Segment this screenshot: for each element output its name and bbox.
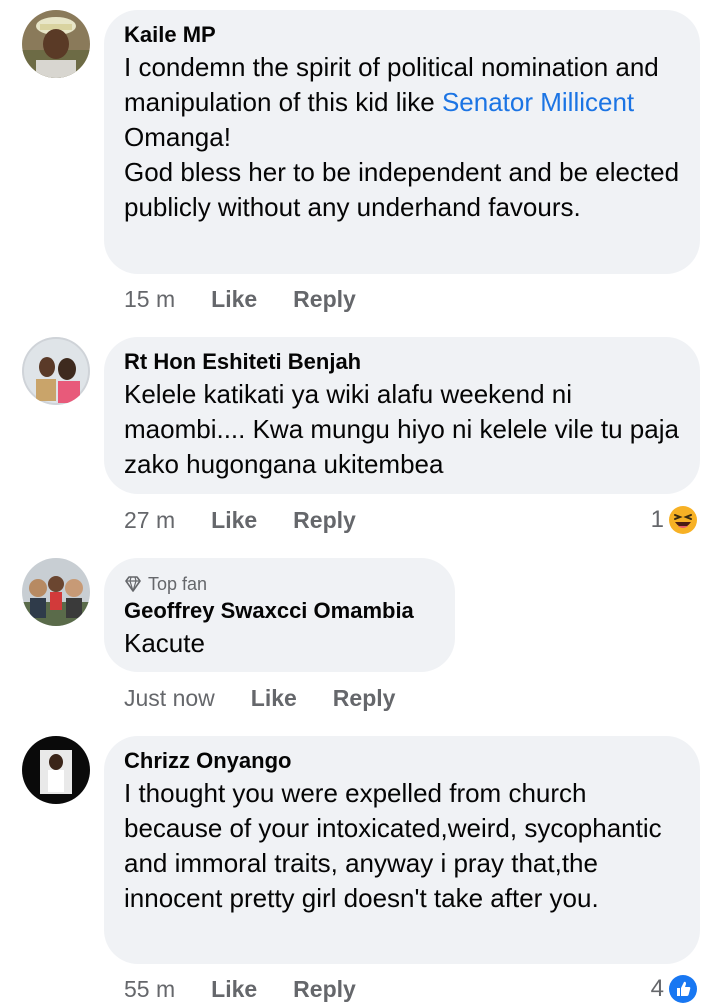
comment-timestamp[interactable]: 27 m	[124, 507, 175, 534]
reply-button[interactable]: Reply	[293, 286, 356, 313]
comment-text: I condemn the spirit of political nomina…	[124, 50, 680, 225]
comment-meta: 15 m Like Reply	[124, 281, 392, 317]
comment-timestamp[interactable]: 15 m	[124, 286, 175, 313]
comment-timestamp[interactable]: 55 m	[124, 976, 175, 1003]
diamond-icon	[125, 576, 141, 592]
comment-author[interactable]: Chrizz Onyango	[124, 746, 680, 776]
comment-author[interactable]: Rt Hon Eshiteti Benjah	[124, 347, 680, 377]
reaction-count: 1	[650, 506, 664, 533]
like-button[interactable]: Like	[251, 685, 297, 712]
reaction-summary[interactable]: 4	[651, 971, 698, 1007]
like-button[interactable]: Like	[211, 507, 257, 534]
reply-button[interactable]: Reply	[293, 507, 356, 534]
avatar[interactable]	[22, 736, 90, 804]
reply-button[interactable]: Reply	[293, 976, 356, 1003]
comment-meta: 27 m Like Reply	[124, 502, 392, 538]
thumbs-up-icon	[669, 975, 697, 1003]
comment-author[interactable]: Kaile MP	[124, 20, 680, 50]
comment-author[interactable]: Geoffrey Swaxcci Omambia	[124, 596, 435, 626]
avatar[interactable]	[22, 10, 90, 78]
comment-meta: Just now Like Reply	[124, 680, 431, 716]
comment-bubble: Rt Hon Eshiteti Benjah Kelele katikati y…	[104, 337, 700, 494]
avatar-image	[22, 736, 90, 804]
comment-timestamp[interactable]: Just now	[124, 685, 215, 712]
comment-text: I thought you were expelled from church …	[124, 778, 662, 913]
comment-bubble: Top fan Geoffrey Swaxcci Omambia Kacute	[104, 558, 455, 672]
like-button[interactable]: Like	[211, 976, 257, 1003]
top-fan-label: Top fan	[148, 573, 208, 594]
comment-bubble: Chrizz Onyango I thought you were expell…	[104, 736, 700, 964]
comment-bubble: Kaile MP I condemn the spirit of politic…	[104, 10, 700, 274]
haha-emoji-icon	[669, 506, 697, 534]
avatar[interactable]	[22, 558, 90, 626]
top-fan-badge: Top fan	[124, 572, 435, 596]
comment-text-part: Omanga!	[124, 122, 231, 152]
reaction-count: 4	[650, 975, 664, 1002]
comment-text-part: God bless her to be independent and be e…	[124, 157, 680, 222]
reaction-summary[interactable]: 1	[651, 502, 698, 538]
comment-meta: 55 m Like Reply	[124, 971, 392, 1007]
mention-link[interactable]: Senator Millicent	[442, 87, 634, 117]
avatar-image	[22, 337, 90, 405]
comment-text: Kelele katikati ya wiki alafu weekend ni…	[124, 379, 679, 479]
avatar-image	[22, 10, 90, 78]
comment-text: Kacute	[124, 628, 205, 658]
avatar-image	[22, 558, 90, 626]
avatar[interactable]	[22, 337, 90, 405]
like-button[interactable]: Like	[211, 286, 257, 313]
reply-button[interactable]: Reply	[333, 685, 396, 712]
